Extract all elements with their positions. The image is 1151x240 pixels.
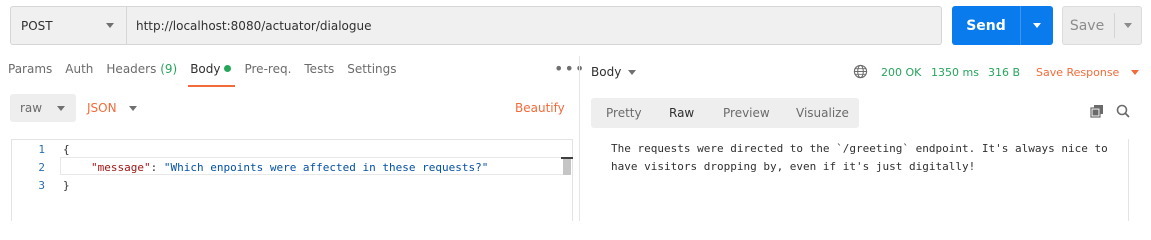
save-options-chevron-down-icon[interactable] — [1124, 23, 1132, 28]
copy-icon[interactable] — [1090, 104, 1104, 118]
response-border — [1128, 139, 1129, 221]
chevron-down-icon — [106, 23, 114, 28]
chevron-down-icon — [1131, 70, 1139, 75]
tab-visualize[interactable]: Visualize — [796, 106, 849, 120]
tab-tests[interactable]: Tests — [304, 62, 334, 86]
body-modified-dot-icon — [224, 65, 232, 72]
save-response-label: Save Response — [1036, 66, 1120, 79]
url-input[interactable]: http://localhost:8080/actuator/dialogue — [126, 6, 942, 45]
headers-count: (9) — [160, 62, 178, 76]
line-number: 1 — [38, 143, 45, 156]
search-icon[interactable] — [1116, 104, 1130, 118]
status-code[interactable]: 200 OK — [881, 66, 921, 79]
tab-headers-label: Headers — [106, 62, 157, 76]
save-divider — [1114, 13, 1115, 38]
more-options-icon[interactable]: ••• — [554, 61, 585, 77]
tab-raw[interactable]: Raw — [669, 106, 694, 120]
save-button[interactable]: Save — [1063, 7, 1111, 44]
tab-pretty[interactable]: Pretty — [606, 106, 642, 120]
body-mode-label: raw — [20, 101, 43, 115]
editor-scrollbar[interactable] — [563, 157, 571, 175]
chevron-down-icon — [57, 106, 65, 111]
send-options-chevron-down-icon[interactable] — [1033, 23, 1041, 28]
code-close-brace: } — [63, 179, 70, 192]
send-button-group: Send — [952, 6, 1053, 45]
body-mode-select[interactable]: raw — [10, 94, 76, 122]
beautify-link[interactable]: Beautify — [515, 101, 565, 115]
json-colon: : — [150, 161, 164, 174]
code-line-2: "message": "Which enpoints were affected… — [91, 161, 488, 174]
tab-params[interactable]: Params — [8, 62, 52, 86]
json-value: "Which enpoints were affected in these r… — [163, 161, 489, 174]
chevron-down-icon — [129, 106, 137, 111]
response-view-tabs: Pretty Raw Preview Visualize — [591, 98, 859, 128]
send-button[interactable]: Send — [952, 6, 1020, 45]
tab-preview[interactable]: Preview — [723, 106, 770, 120]
save-button-group: Save — [1062, 6, 1142, 45]
response-time[interactable]: 1350 ms — [931, 66, 979, 79]
tab-body-label: Body — [190, 62, 221, 76]
tab-headers[interactable]: Headers (9) — [106, 62, 177, 86]
method-select[interactable]: POST — [10, 6, 126, 45]
line-number: 2 — [38, 161, 45, 174]
editor-scrollbar-cursor — [561, 157, 573, 159]
request-tabs: Params Auth Headers (9) Body Pre-req. Te… — [8, 62, 410, 87]
body-format-label: JSON — [87, 101, 117, 115]
url-text: http://localhost:8080/actuator/dialogue — [136, 18, 372, 33]
body-format-select[interactable]: JSON — [87, 94, 142, 122]
tab-body[interactable]: Body — [188, 62, 236, 87]
response-size[interactable]: 316 B — [988, 66, 1020, 79]
response-body-select[interactable]: Body — [591, 65, 636, 79]
body-editor[interactable]: 1 2 3 { "message": "Which enpoints were … — [11, 139, 573, 221]
tab-auth[interactable]: Auth — [65, 62, 93, 86]
code-open-brace: { — [63, 143, 70, 156]
globe-icon[interactable] — [853, 64, 868, 79]
json-key: "message" — [91, 161, 151, 174]
line-number: 3 — [38, 179, 45, 192]
send-divider — [1020, 6, 1021, 45]
response-body-label: Body — [591, 65, 622, 79]
tab-settings[interactable]: Settings — [347, 62, 396, 86]
save-response-button[interactable]: Save Response — [1036, 66, 1139, 79]
chevron-down-icon — [628, 70, 636, 75]
pane-divider[interactable] — [579, 56, 580, 221]
response-body-text: The requests were directed to the `/gree… — [611, 142, 1115, 173]
tab-prereq[interactable]: Pre-req. — [244, 62, 291, 86]
method-label: POST — [21, 18, 53, 33]
